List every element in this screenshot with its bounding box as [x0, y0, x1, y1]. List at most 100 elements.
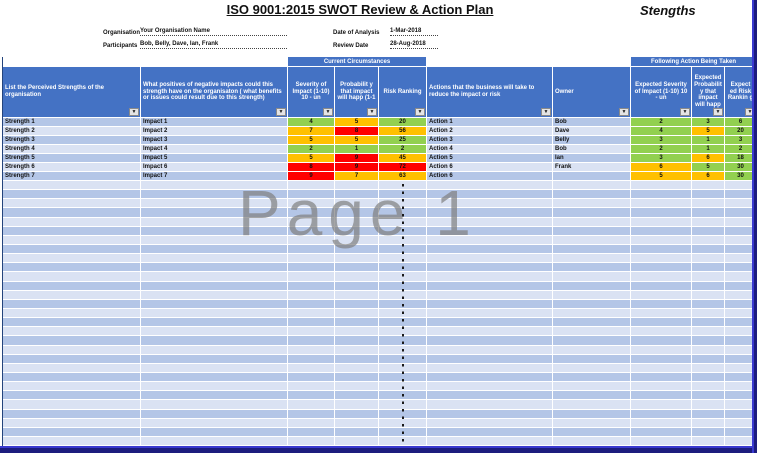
- empty-cell: [427, 327, 552, 335]
- empty-cell: [3, 309, 140, 317]
- column-header-probability: Probabilit y that impact will happ (1-1▼: [335, 67, 378, 117]
- empty-cell: [553, 282, 630, 290]
- table-row: [3, 291, 756, 299]
- empty-cell: [3, 336, 140, 344]
- filter-dropdown-icon[interactable]: ▼: [129, 108, 139, 116]
- empty-cell: [553, 309, 630, 317]
- filter-dropdown-icon[interactable]: ▼: [415, 108, 425, 116]
- strength-cell: Strength 3: [3, 136, 140, 144]
- empty-cell: [288, 282, 334, 290]
- filter-dropdown-icon[interactable]: ▼: [713, 108, 723, 116]
- empty-cell: [427, 364, 552, 372]
- exp-severity-cell: 6: [631, 163, 691, 171]
- exp-probability-cell: 5: [692, 163, 724, 171]
- empty-cell: [553, 428, 630, 436]
- empty-cell: [427, 428, 552, 436]
- owner-cell: Bob: [553, 145, 630, 153]
- column-header-label: Severity of Impact (1-10) 10 - un: [290, 82, 332, 103]
- review-date-row: Review Date28-Aug-2018: [333, 36, 438, 49]
- empty-cell: [427, 391, 552, 399]
- participants-row: ParticipantsBob, Belly, Dave, Ian, Frank: [103, 36, 287, 49]
- empty-cell: [3, 410, 140, 418]
- exp-severity-cell: 2: [631, 118, 691, 126]
- empty-cell: [141, 282, 287, 290]
- empty-cell: [553, 272, 630, 280]
- action-cell: Action 6: [427, 163, 552, 171]
- empty-cell: [692, 309, 724, 317]
- filter-dropdown-icon[interactable]: ▼: [323, 108, 333, 116]
- empty-cell: [631, 355, 691, 363]
- impact-cell: Impact 5: [141, 154, 287, 162]
- empty-cell: [631, 263, 691, 271]
- table-row: [3, 373, 756, 381]
- filter-dropdown-icon[interactable]: ▼: [541, 108, 551, 116]
- empty-cell: [553, 410, 630, 418]
- empty-cell: [288, 428, 334, 436]
- empty-cell: [3, 190, 140, 198]
- empty-cell: [3, 291, 140, 299]
- probability-cell: 9: [335, 163, 378, 171]
- empty-cell: [335, 300, 378, 308]
- empty-cell: [631, 218, 691, 226]
- table-row: [3, 318, 756, 326]
- filter-dropdown-icon[interactable]: ▼: [367, 108, 377, 116]
- filter-dropdown-icon[interactable]: ▼: [276, 108, 286, 116]
- empty-cell: [3, 254, 140, 262]
- filter-dropdown-icon[interactable]: ▼: [619, 108, 629, 116]
- table-row: [3, 419, 756, 427]
- empty-cell: [288, 410, 334, 418]
- empty-cell: [692, 245, 724, 253]
- empty-cell: [141, 272, 287, 280]
- filter-dropdown-icon[interactable]: ▼: [680, 108, 690, 116]
- empty-cell: [288, 391, 334, 399]
- strength-cell: Strength 7: [3, 172, 140, 180]
- table-row: [3, 364, 756, 372]
- empty-cell: [3, 318, 140, 326]
- empty-cell: [427, 272, 552, 280]
- empty-cell: [553, 227, 630, 235]
- strength-cell: Strength 1: [3, 118, 140, 126]
- empty-cell: [335, 309, 378, 317]
- action-cell: Action 5: [427, 154, 552, 162]
- empty-cell: [288, 254, 334, 262]
- empty-cell: [288, 318, 334, 326]
- empty-cell: [288, 437, 334, 445]
- empty-cell: [427, 346, 552, 354]
- table-body: Strength 1Impact 14520Action 1Bob236Stre…: [3, 118, 756, 445]
- empty-cell: [631, 245, 691, 253]
- meta-right-block: Date of Analysis1-Mar-2018 Review Date28…: [333, 23, 438, 49]
- empty-cell: [631, 364, 691, 372]
- table-row: [3, 272, 756, 280]
- empty-cell: [553, 364, 630, 372]
- table-group-header-row: Current Circumstances Following Action B…: [3, 57, 756, 66]
- empty-cell: [3, 327, 140, 335]
- exp-probability-cell: 1: [692, 145, 724, 153]
- empty-cell: [335, 400, 378, 408]
- empty-cell: [692, 364, 724, 372]
- empty-cell: [141, 309, 287, 317]
- organisation-row: OrganisationYour Organisation Name: [103, 23, 287, 36]
- action-cell: Action 3: [427, 136, 552, 144]
- empty-cell: [3, 355, 140, 363]
- empty-cell: [553, 236, 630, 244]
- empty-cell: [692, 208, 724, 216]
- empty-cell: [631, 346, 691, 354]
- empty-cell: [335, 428, 378, 436]
- table-row: [3, 327, 756, 335]
- owner-cell: Frank: [553, 163, 630, 171]
- table-row: [3, 336, 756, 344]
- empty-cell: [631, 318, 691, 326]
- column-header-strength: List the Perceived Strengths of the orga…: [3, 67, 140, 117]
- empty-cell: [427, 282, 552, 290]
- column-header-label: Expected Severity of Impact (1-10) 10 - …: [633, 82, 689, 103]
- page-title: ISO 9001:2015 SWOT Review & Action Plan: [190, 2, 530, 17]
- table-row: Strength 4Impact 4212Action 4Bob212: [3, 145, 756, 153]
- table-row: [3, 428, 756, 436]
- group-header-following-action: Following Action Being Taken: [631, 57, 756, 66]
- empty-cell: [3, 208, 140, 216]
- probability-cell: 9: [335, 154, 378, 162]
- empty-cell: [335, 419, 378, 427]
- empty-cell: [335, 263, 378, 271]
- page-number-watermark: Page 1: [238, 176, 477, 250]
- empty-cell: [553, 181, 630, 189]
